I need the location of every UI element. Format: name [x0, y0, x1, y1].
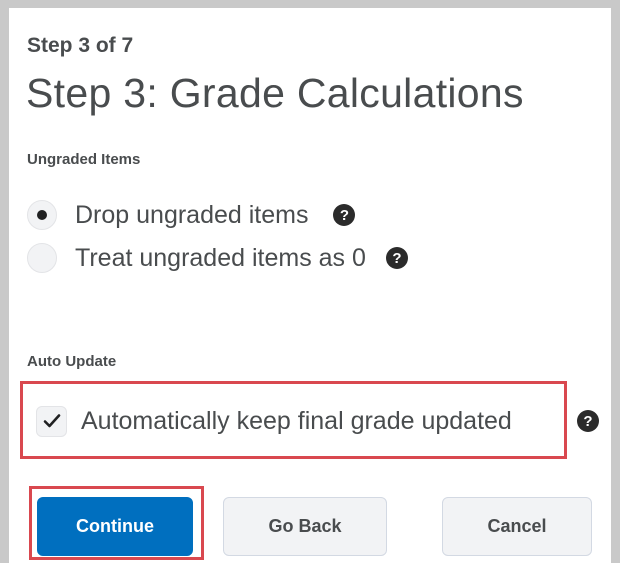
radio-selected-dot	[37, 210, 47, 220]
auto-update-checkbox[interactable]	[36, 405, 67, 437]
radio-drop-ungraded[interactable]: Drop ungraded items ?	[27, 198, 356, 232]
radio-button[interactable]	[27, 200, 57, 230]
wizard-step-panel: Step 3 of 7 Step 3: Grade Calculations U…	[9, 8, 611, 563]
help-icon[interactable]: ?	[385, 247, 408, 269]
help-icon[interactable]: ?	[577, 410, 599, 432]
help-icon[interactable]: ?	[333, 204, 356, 226]
page-title: Step 3: Grade Calculations	[26, 70, 524, 116]
checkmark-icon	[43, 414, 60, 428]
auto-update-checkbox-row[interactable]: Automatically keep final grade updated	[36, 401, 512, 441]
radio-label-drop-ungraded: Drop ungraded items	[75, 200, 309, 229]
go-back-button[interactable]: Go Back	[223, 497, 387, 556]
continue-button[interactable]: Continue	[37, 497, 193, 556]
ungraded-items-label: Ungraded Items	[27, 151, 141, 168]
radio-button[interactable]	[27, 243, 57, 273]
radio-label-treat-ungraded-zero: Treat ungraded items as 0	[75, 243, 366, 272]
auto-update-checkbox-label: Automatically keep final grade updated	[81, 406, 512, 435]
cancel-button[interactable]: Cancel	[442, 497, 592, 556]
radio-treat-ungraded-zero[interactable]: Treat ungraded items as 0 ?	[27, 241, 408, 275]
auto-update-label: Auto Update	[27, 353, 117, 370]
step-caption: Step 3 of 7	[27, 34, 134, 57]
